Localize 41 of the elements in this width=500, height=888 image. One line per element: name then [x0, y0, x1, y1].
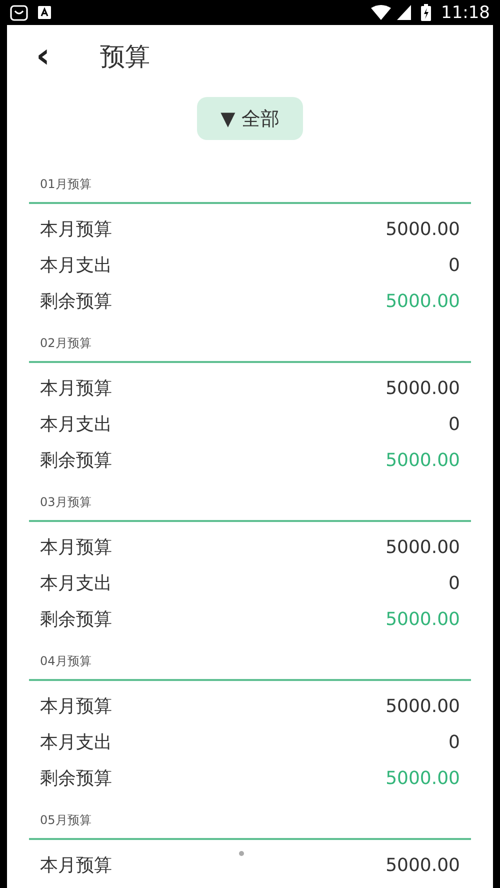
row-value: 0	[448, 572, 460, 594]
keyboard-icon	[38, 6, 51, 19]
row-label: 本月支出	[40, 731, 112, 754]
row-label: 本月支出	[40, 254, 112, 277]
row-label: 剩余预算	[40, 290, 112, 313]
row-label: 本月支出	[40, 572, 112, 595]
row-value: 0	[448, 414, 460, 434]
section-label: 03月预算	[40, 494, 92, 511]
page-title: 预算	[100, 40, 150, 72]
section-label: 04月预算	[40, 653, 92, 670]
battery-icon	[421, 4, 431, 21]
notification-icon	[10, 4, 28, 20]
clock-time: 11:18	[441, 2, 490, 22]
row-value: 5000.00	[386, 696, 460, 716]
row-label: 剩余预算	[40, 767, 112, 790]
row-value: 5000.00	[386, 218, 460, 240]
row-label: 剩余预算	[40, 449, 112, 472]
back-icon[interactable]: ‹	[36, 41, 50, 71]
row-label: 本月预算	[40, 695, 112, 718]
row-label: 本月支出	[40, 413, 112, 436]
row-label: 剩余预算	[40, 608, 112, 631]
section-label: 05月预算	[40, 812, 92, 829]
row-value: 5000.00	[386, 608, 460, 630]
section-label: 02月预算	[40, 335, 92, 352]
wifi-icon	[371, 5, 391, 20]
row-value: 5000.00	[386, 768, 460, 788]
row-value: 5000.00	[386, 378, 460, 398]
row-value: 0	[448, 732, 460, 752]
signal-icon	[397, 5, 411, 20]
row-value: 5000.00	[386, 536, 460, 558]
row-label: 本月预算	[40, 218, 112, 241]
row-value: 0	[448, 254, 460, 276]
row-value: 5000.00	[386, 450, 460, 470]
scroll-indicator	[239, 851, 244, 856]
row-value: 5000.00	[386, 854, 460, 876]
row-label: 本月预算	[40, 536, 112, 559]
section-label: 01月预算	[40, 176, 92, 193]
row-value: 5000.00	[386, 290, 460, 312]
row-label: 本月预算	[40, 377, 112, 400]
row-label: 本月预算	[40, 854, 112, 877]
filter-dropdown[interactable]: ▼ 全部	[197, 97, 303, 140]
